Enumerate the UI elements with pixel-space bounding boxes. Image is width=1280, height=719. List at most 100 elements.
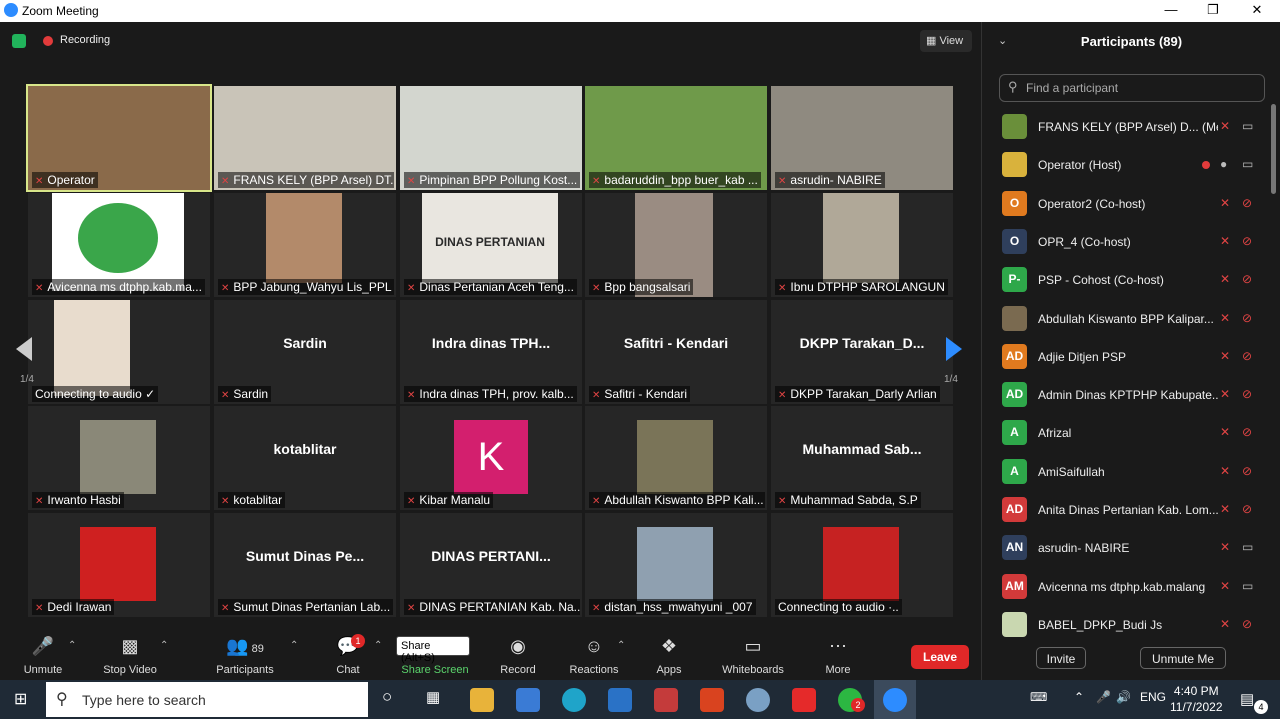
participant-video-image bbox=[52, 193, 184, 291]
keyboard-icon[interactable]: ⌨ bbox=[1030, 690, 1047, 704]
prev-page-arrow-icon[interactable] bbox=[16, 337, 32, 361]
close-icon[interactable]: ✕ bbox=[1242, 2, 1272, 18]
video-tile[interactable]: ✕ badaruddin_bpp buer_kab ... bbox=[585, 86, 767, 190]
video-tile[interactable]: kotablitar ✕ kotablitar bbox=[214, 406, 396, 510]
record-button[interactable]: ◉ Record bbox=[498, 634, 538, 676]
participant-name: Anita Dinas Pertanian Kab. Lom... bbox=[1038, 503, 1218, 517]
video-tile[interactable]: Indra dinas TPH... ✕ Indra dinas TPH, prov… bbox=[400, 300, 582, 404]
video-tile[interactable]: ✕ FRANS KELY (BPP Arsel) DT... bbox=[214, 86, 396, 190]
video-options-chevron-icon[interactable]: ⌃ bbox=[160, 640, 168, 651]
video-tile[interactable]: ✕ distan_hss_mwahyuni _007 bbox=[585, 513, 767, 617]
cortana-circle-icon[interactable]: ○ bbox=[382, 687, 392, 707]
participant-name: AmiSaifullah bbox=[1038, 464, 1105, 479]
participant-row[interactable]: AD Anita Dinas Pertanian Kab. Lom... ✕ ⊘ bbox=[982, 491, 1272, 529]
view-button[interactable]: ▦ View bbox=[920, 30, 972, 52]
reactions-chevron-icon[interactable]: ⌃ bbox=[617, 640, 625, 651]
leave-button[interactable]: Leave bbox=[911, 645, 969, 669]
participant-row[interactable]: O OPR_4 (Co-host) ✕ ⊘ bbox=[982, 223, 1272, 261]
settings-gear-icon[interactable] bbox=[746, 688, 770, 712]
more-button[interactable]: ⋯ More bbox=[820, 634, 856, 676]
speaker-icon[interactable]: 🔊 bbox=[1116, 690, 1131, 704]
unmute-button[interactable]: 🎤 Unmute bbox=[22, 634, 64, 676]
next-page-arrow-icon[interactable] bbox=[946, 337, 962, 361]
chat-chevron-icon[interactable]: ⌃ bbox=[374, 640, 382, 651]
video-tile[interactable]: Sumut Dinas Pe... ✕ Sumut Dinas Pertanian … bbox=[214, 513, 396, 617]
video-tile[interactable]: ✕ Irwanto Hasbi bbox=[28, 406, 210, 510]
tile-name-label: ✕ FRANS KELY (BPP Arsel) DT... bbox=[218, 172, 394, 188]
participant-row[interactable]: AD Adjie Ditjen PSP ✕ ⊘ bbox=[982, 338, 1272, 376]
tile-name-text: Sardin bbox=[233, 387, 269, 401]
video-tile[interactable]: ✕ Pimpinan BPP Pollung Kost... bbox=[400, 86, 582, 190]
tile-name-label: ✕ kotablitar bbox=[218, 492, 286, 508]
video-tile[interactable]: ✕ Ibnu DTPHP SAROLANGUN bbox=[771, 193, 953, 297]
page-indicator-right: 1/4 bbox=[944, 374, 958, 385]
video-tile[interactable]: K ✕ Kibar Manalu bbox=[400, 406, 582, 510]
clock-time: 4:40 PM bbox=[1173, 684, 1219, 698]
participants-button[interactable]: 👥 89 Participants bbox=[214, 634, 276, 676]
unmute-me-button[interactable]: Unmute Me bbox=[1140, 647, 1226, 669]
tile-name-text: badaruddin_bpp buer_kab ... bbox=[604, 173, 758, 187]
tile-display-name: DINAS PERTANI... bbox=[431, 548, 551, 564]
participant-row[interactable]: Abdullah Kiswanto BPP Kalipar... ✕ ⊘ bbox=[982, 300, 1272, 338]
video-tile[interactable]: DINAS PERTANI... ✕ DINAS PERTANIAN Kab. Na… bbox=[400, 513, 582, 617]
restore-icon[interactable]: ❐ bbox=[1198, 2, 1228, 18]
participant-row[interactable]: FRANS KELY (BPP Arsel) D... (Me) ✕ ▭ bbox=[982, 108, 1272, 146]
reactions-button[interactable]: ☺ Reactions bbox=[568, 634, 620, 676]
muted-mic-icon: ✕ bbox=[1220, 272, 1231, 287]
presentation-app-icon[interactable] bbox=[654, 688, 678, 712]
video-tile[interactable]: ✕ BPP Jabung_Wahyu Lis_PPL bbox=[214, 193, 396, 297]
invite-button[interactable]: Invite bbox=[1036, 647, 1086, 669]
video-tile[interactable]: ✕ asrudin- NABIRE bbox=[771, 86, 953, 190]
video-tile[interactable]: ✕ Dedi Irawan bbox=[28, 513, 210, 617]
microphone-tray-icon[interactable]: 🎤 bbox=[1096, 690, 1111, 704]
language-indicator[interactable]: ENG bbox=[1140, 690, 1166, 704]
video-tile[interactable]: ✕ Operator bbox=[26, 84, 212, 192]
participant-row[interactable]: Operator (Host) ● ▭ bbox=[982, 146, 1272, 184]
tile-name-text: Muhammad Sabda, S.P bbox=[790, 493, 918, 507]
apps-button[interactable]: ❖ Apps bbox=[650, 634, 688, 676]
microsoft-store-icon[interactable] bbox=[516, 688, 540, 712]
task-view-icon[interactable]: ▦ bbox=[426, 688, 440, 706]
edge-browser-icon[interactable] bbox=[562, 688, 586, 712]
video-tile[interactable]: ✕ Avicenna ms dtphp.kab.ma... bbox=[28, 193, 210, 297]
video-tile[interactable]: Safitri - Kendari ✕ Safitri - Kendari bbox=[585, 300, 767, 404]
tile-name-label: ✕ Irwanto Hasbi bbox=[32, 492, 124, 508]
participant-list-scrollbar[interactable] bbox=[1271, 104, 1276, 194]
zoom-taskbar-button[interactable] bbox=[874, 680, 916, 719]
office-icon[interactable] bbox=[700, 688, 724, 712]
avatar: A bbox=[1002, 458, 1027, 484]
video-tile[interactable]: DKPP Tarakan_D... ✕ DKPP Tarakan_Darly Arl… bbox=[771, 300, 953, 404]
participant-row[interactable]: AD Admin Dinas KPTPHP Kabupate... ✕ ⊘ bbox=[982, 376, 1272, 414]
participant-row[interactable]: AM Avicenna ms dtphp.kab.malang ✕ ▭ bbox=[982, 568, 1272, 606]
youtube-icon[interactable] bbox=[792, 688, 816, 712]
show-hidden-icons-chevron-icon[interactable]: ⌃ bbox=[1074, 690, 1084, 704]
minimize-icon[interactable]: — bbox=[1156, 2, 1186, 17]
participant-row[interactable]: AN asrudin- NABIRE ✕ ▭ bbox=[982, 529, 1272, 567]
video-tile[interactable]: Sardin ✕ Sardin bbox=[214, 300, 396, 404]
windows-start-icon[interactable]: ⊞ bbox=[14, 689, 27, 709]
file-explorer-icon[interactable] bbox=[470, 688, 494, 712]
stop-video-button[interactable]: ▩ Stop Video bbox=[100, 634, 160, 676]
audio-options-chevron-icon[interactable]: ⌃ bbox=[68, 640, 76, 651]
video-tile[interactable]: Connecting to audio ✓ bbox=[28, 300, 210, 404]
mail-icon[interactable] bbox=[608, 688, 632, 712]
participant-row[interactable]: A Afrizal ✕ ⊘ bbox=[982, 414, 1272, 452]
apps-label: Apps bbox=[656, 664, 682, 676]
video-tile[interactable]: ✕ Bpp bangsalsari bbox=[585, 193, 767, 297]
video-tile[interactable]: Muhammad Sab... ✕ Muhammad Sabda, S.P bbox=[771, 406, 953, 510]
participant-search-input[interactable]: ⚲ Find a participant bbox=[999, 74, 1265, 102]
participant-row[interactable]: P- PSP - Cohost (Co-host) ✕ ⊘ bbox=[982, 261, 1272, 299]
video-tile[interactable]: DINAS PERTANIAN ✕ Dinas Pertanian Aceh Ten… bbox=[400, 193, 582, 297]
participant-row[interactable]: O Operator2 (Co-host) ✕ ⊘ bbox=[982, 185, 1272, 223]
participants-chevron-icon[interactable]: ⌃ bbox=[290, 640, 298, 651]
taskbar-search-input[interactable]: ⚲ Type here to search bbox=[46, 682, 368, 717]
security-shield-icon[interactable] bbox=[12, 34, 26, 48]
participant-row[interactable]: BABEL_DPKP_Budi Js ✕ ⊘ bbox=[982, 606, 1272, 644]
muted-mic-icon: ✕ bbox=[407, 603, 416, 614]
notifications-icon[interactable]: ▤ bbox=[1240, 690, 1254, 708]
participant-row[interactable]: A AmiSaifullah ✕ ⊘ bbox=[982, 453, 1272, 491]
taskbar-clock[interactable]: 4:40 PM 11/7/2022 bbox=[1170, 683, 1223, 715]
whiteboards-button[interactable]: ▭ Whiteboards bbox=[718, 634, 788, 676]
video-tile[interactable]: Connecting to audio ·.. bbox=[771, 513, 953, 617]
video-tile[interactable]: ✕ Abdullah Kiswanto BPP Kali... bbox=[585, 406, 767, 510]
